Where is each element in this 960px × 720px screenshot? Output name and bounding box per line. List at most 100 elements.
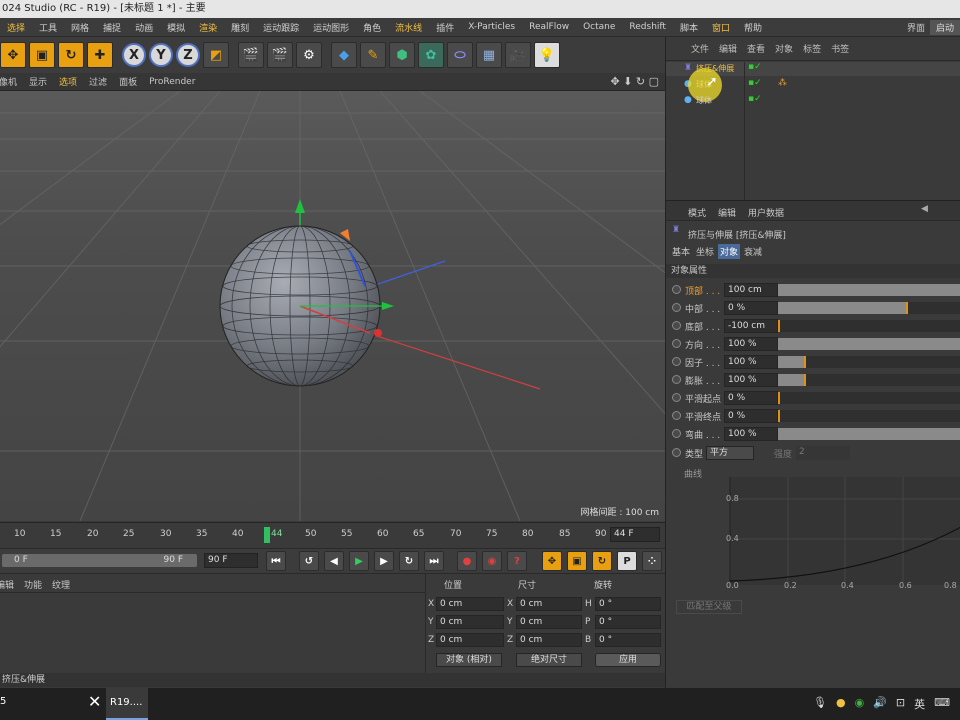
- anim-toggle-icon[interactable]: [672, 393, 681, 402]
- taskbar-app-c4d[interactable]: R19....: [106, 688, 148, 720]
- strength-field[interactable]: 2: [796, 446, 850, 460]
- menu-octane[interactable]: Octane: [576, 22, 622, 32]
- object-row[interactable]: ● 球体 ▪✓: [666, 94, 960, 108]
- size-mode-dropdown[interactable]: 绝对尺寸: [516, 653, 582, 667]
- vp-menu-filter[interactable]: 过滤: [83, 75, 113, 88]
- network-icon[interactable]: ⊡: [896, 696, 905, 712]
- param-slider[interactable]: [778, 392, 960, 404]
- anim-toggle-icon[interactable]: [672, 411, 681, 420]
- scale-icon[interactable]: ▣: [29, 42, 55, 68]
- auto-key-icon[interactable]: ◉: [482, 551, 502, 571]
- vp-menu-options[interactable]: 选项: [53, 75, 83, 88]
- 3d-viewport[interactable]: 网格间距 : 100 cm: [0, 91, 665, 521]
- attr-menu-edit[interactable]: 编辑: [718, 206, 736, 219]
- vp-menu-panel[interactable]: 面板: [113, 75, 143, 88]
- move-icon[interactable]: ✥: [0, 42, 26, 68]
- size-x-field[interactable]: 0 cm: [516, 597, 582, 611]
- enable-check-icon[interactable]: ▪✓: [748, 94, 762, 104]
- menu-redshift[interactable]: Redshift: [622, 22, 673, 32]
- pos-y-field[interactable]: 0 cm: [436, 615, 504, 629]
- param-slider[interactable]: [778, 338, 960, 350]
- menu-mesh[interactable]: 网格: [64, 21, 96, 34]
- param-value[interactable]: 100 %: [724, 373, 778, 387]
- param-slider[interactable]: [778, 410, 960, 422]
- go-to-end-icon[interactable]: ⏭: [424, 551, 444, 571]
- menu-select[interactable]: 选择: [0, 21, 32, 34]
- param-value[interactable]: 100 cm: [724, 283, 778, 297]
- anim-toggle-icon[interactable]: [672, 375, 681, 384]
- enable-check-icon[interactable]: ▪✓: [748, 62, 762, 72]
- rot-b-field[interactable]: 0 °: [595, 633, 661, 647]
- next-key-icon[interactable]: ↻: [399, 551, 419, 571]
- size-y-field[interactable]: 0 cm: [516, 615, 582, 629]
- object-row[interactable]: ● 球体 ➚ ▪✓ ⁂: [666, 68, 960, 102]
- attr-menu-userdata[interactable]: 用户数据: [748, 206, 784, 219]
- timeline-ruler[interactable]: 10 15 20 25 30 35 40 44 50 55 60 65 70 7…: [0, 522, 665, 548]
- viewport-nav-icons[interactable]: ✥ ⬇ ↻ ▢: [610, 75, 665, 88]
- size-z-field[interactable]: 0 cm: [516, 633, 582, 647]
- attr-nav-back-icon[interactable]: ◀: [921, 204, 928, 214]
- menu-window[interactable]: 窗口: [705, 21, 737, 34]
- enable-check-icon[interactable]: ▪✓: [748, 78, 762, 88]
- record-icon[interactable]: ●: [457, 551, 477, 571]
- menu-character[interactable]: 角色: [356, 21, 388, 34]
- play-icon[interactable]: ▶: [349, 551, 369, 571]
- render-picture-icon[interactable]: 🎬: [267, 42, 293, 68]
- prev-key-icon[interactable]: ↺: [299, 551, 319, 571]
- param-slider[interactable]: [778, 284, 960, 296]
- close-icon[interactable]: ✕: [88, 692, 101, 711]
- rot-h-field[interactable]: 0 °: [595, 597, 661, 611]
- menu-plugins[interactable]: 插件: [429, 21, 461, 34]
- subdivision-icon[interactable]: ⬢: [389, 42, 415, 68]
- pos-x-field[interactable]: 0 cm: [436, 597, 504, 611]
- tab-basic[interactable]: 基本: [670, 244, 692, 259]
- keyframe-selection-icon[interactable]: ?: [507, 551, 527, 571]
- param-value[interactable]: 100 %: [724, 355, 778, 369]
- tab-coord[interactable]: 坐标: [694, 244, 716, 259]
- menu-animate[interactable]: 动画: [128, 21, 160, 34]
- param-value[interactable]: 100 %: [724, 427, 778, 441]
- key-position-icon[interactable]: ✥: [542, 551, 562, 571]
- keyboard-icon[interactable]: ⌨: [934, 696, 950, 712]
- tag-icon[interactable]: ⁂: [778, 78, 787, 88]
- menu-motion-tracking[interactable]: 运动跟踪: [256, 21, 306, 34]
- type-dropdown[interactable]: 平方: [706, 446, 754, 460]
- volume-icon[interactable]: 🔊: [873, 696, 887, 712]
- anim-toggle-icon[interactable]: [672, 285, 681, 294]
- object-name[interactable]: 球体: [696, 95, 712, 106]
- key-parameter-icon[interactable]: P: [617, 551, 637, 571]
- rot-p-field[interactable]: 0 °: [595, 615, 661, 629]
- key-pla-icon[interactable]: ⁘: [642, 551, 662, 571]
- param-slider[interactable]: [778, 374, 960, 386]
- falloff-curve-graph[interactable]: [718, 477, 960, 587]
- menu-xparticles[interactable]: X-Particles: [461, 22, 522, 32]
- deformer-icon[interactable]: ⬭: [447, 42, 473, 68]
- om-menu-edit[interactable]: 编辑: [714, 42, 742, 55]
- menu-realflow[interactable]: RealFlow: [522, 22, 576, 32]
- cloner-icon[interactable]: ✿: [418, 42, 444, 68]
- floor-icon[interactable]: ▦: [476, 42, 502, 68]
- vp-menu-camera[interactable]: 摄像机: [0, 75, 23, 88]
- pen-icon[interactable]: ✎: [360, 42, 386, 68]
- attr-menu-mode[interactable]: 模式: [688, 206, 706, 219]
- end-frame-field[interactable]: 90 F: [204, 553, 258, 568]
- menu-render[interactable]: 渲染: [192, 21, 224, 34]
- om-menu-file[interactable]: 文件: [686, 42, 714, 55]
- vp-menu-display[interactable]: 显示: [23, 75, 53, 88]
- tab-falloff[interactable]: 衰减: [742, 244, 764, 259]
- plus-icon[interactable]: ✚: [87, 42, 113, 68]
- vp-menu-prorender[interactable]: ProRender: [143, 77, 201, 87]
- om-menu-objects[interactable]: 对象: [770, 42, 798, 55]
- key-rotation-icon[interactable]: ↻: [592, 551, 612, 571]
- anim-toggle-icon[interactable]: [672, 429, 681, 438]
- render-settings-icon[interactable]: ⚙: [296, 42, 322, 68]
- coord-system-icon[interactable]: ◩: [203, 42, 229, 68]
- param-value[interactable]: -100 cm: [724, 319, 778, 333]
- playhead[interactable]: [264, 527, 270, 543]
- tab-object[interactable]: 对象: [718, 244, 741, 259]
- om-menu-tags[interactable]: 标签: [798, 42, 826, 55]
- match-to-parent-button[interactable]: 匹配至父级: [676, 600, 742, 614]
- param-slider[interactable]: [778, 428, 960, 440]
- next-frame-icon[interactable]: ▶: [374, 551, 394, 571]
- anim-toggle-icon[interactable]: [672, 448, 681, 457]
